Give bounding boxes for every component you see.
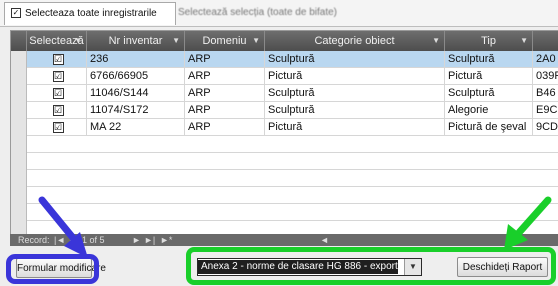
form-window: ✓ Selecteaza toate inregistrarile Selecte… [0, 0, 558, 286]
green-arrow-icon [504, 196, 552, 250]
annotation-arrows [38, 196, 552, 258]
blue-arrow-icon [38, 196, 88, 258]
